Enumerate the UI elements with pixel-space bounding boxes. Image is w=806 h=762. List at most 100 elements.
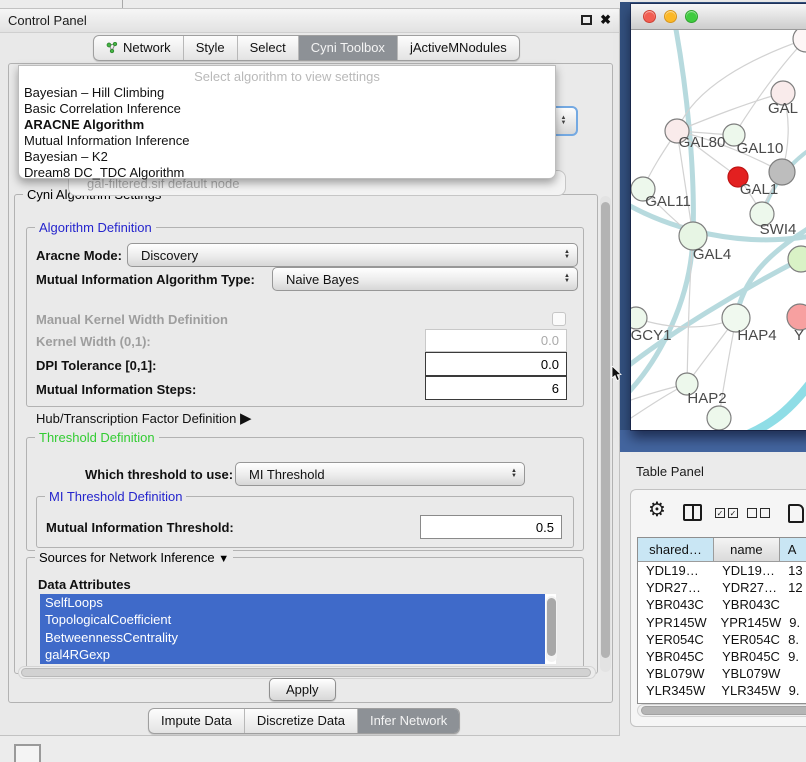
node-swi4[interactable] bbox=[788, 246, 806, 272]
table-row[interactable]: YER054C YER054C 8. bbox=[638, 631, 806, 648]
import-table-icon[interactable] bbox=[788, 504, 804, 523]
tab-network[interactable]: Network bbox=[94, 36, 183, 60]
kernel-width-field[interactable]: 0.0 bbox=[425, 329, 567, 352]
minimize-traffic-light-icon[interactable] bbox=[664, 10, 677, 23]
tab-jactivemnodules-label: jActiveMNodules bbox=[410, 40, 507, 55]
cell[interactable]: YIL052C bbox=[714, 700, 780, 704]
cell[interactable]: YER054C bbox=[638, 631, 714, 648]
zoom-traffic-light-icon[interactable] bbox=[685, 10, 698, 23]
node-gcy1[interactable] bbox=[631, 307, 647, 329]
aracne-mode-combobox[interactable]: Discovery ▲▼ bbox=[127, 243, 578, 267]
cell[interactable]: YPR145W bbox=[638, 614, 713, 631]
table-row[interactable]: YDL19… YDL19… 13 bbox=[638, 562, 806, 579]
column-header-shared-name[interactable]: shared… bbox=[638, 538, 714, 562]
cell[interactable]: 9. bbox=[781, 682, 806, 699]
hub-definition-expander[interactable]: Hub/Transcription Factor Definition ▶ bbox=[36, 409, 252, 427]
column-header-cut[interactable]: A bbox=[780, 538, 806, 562]
cell[interactable]: YLR345W bbox=[713, 682, 780, 699]
columns-icon[interactable] bbox=[683, 504, 702, 521]
attributes-scrollbar-thumb[interactable] bbox=[547, 598, 556, 656]
cell[interactable]: YBR045C bbox=[638, 648, 714, 665]
cell[interactable] bbox=[780, 596, 806, 613]
table-row[interactable]: YLR345W YLR345W 9. bbox=[638, 682, 806, 699]
table-row[interactable]: YPR145W YPR145W 9. bbox=[638, 614, 806, 631]
network-window-titlebar[interactable] bbox=[631, 4, 806, 30]
algorithm-option-selected[interactable]: ARACNE Algorithm bbox=[19, 117, 555, 133]
cell[interactable]: YER054C bbox=[714, 631, 780, 648]
tab-impute-data-label: Impute Data bbox=[161, 713, 232, 728]
cell[interactable]: YDR27… bbox=[638, 579, 714, 596]
table-row[interactable]: YBR045C YBR045C 9. bbox=[638, 648, 806, 665]
combo-stepper-icon: ▲▼ bbox=[557, 268, 577, 290]
cell[interactable]: YBR043C bbox=[638, 596, 714, 613]
node-bottom[interactable] bbox=[707, 406, 731, 430]
algorithm-option[interactable]: Bayesian – K2 bbox=[19, 149, 555, 165]
cell[interactable]: YBL079W bbox=[638, 665, 714, 682]
mi-threshold-field[interactable]: 0.5 bbox=[420, 515, 562, 539]
tab-jactivemnodules[interactable]: jActiveMNodules bbox=[397, 36, 519, 60]
control-panel-window: Control Panel ✖ Network Style bbox=[0, 8, 620, 736]
attribute-item[interactable]: TopologicalCoefficient bbox=[40, 611, 545, 628]
sources-title-text: Sources for Network Inference bbox=[39, 550, 215, 565]
attributes-scrollbar[interactable] bbox=[546, 596, 557, 662]
deselect-all-columns-icon[interactable] bbox=[747, 508, 770, 518]
dpi-tolerance-field[interactable]: 0.0 bbox=[425, 352, 567, 376]
cell[interactable]: YBR043C bbox=[714, 596, 780, 613]
floating-palette-icon[interactable] bbox=[14, 744, 41, 762]
tab-style[interactable]: Style bbox=[183, 36, 237, 60]
cell[interactable]: YIL052C bbox=[638, 700, 714, 704]
table-hscrollbar[interactable] bbox=[637, 704, 806, 717]
column-header-name[interactable]: name bbox=[714, 538, 780, 562]
table-row[interactable]: YBR043C YBR043C bbox=[638, 596, 806, 613]
which-threshold-combobox[interactable]: MI Threshold ▲▼ bbox=[235, 462, 525, 486]
tab-select[interactable]: Select bbox=[237, 36, 298, 60]
attribute-item[interactable]: BetweennessCentrality bbox=[40, 629, 545, 646]
cell[interactable]: 13 bbox=[780, 562, 806, 579]
mi-steps-value: 6 bbox=[552, 381, 559, 396]
table-row[interactable]: YBL079W YBL079W bbox=[638, 665, 806, 682]
select-all-columns-icon[interactable]: ✓ ✓ bbox=[715, 508, 738, 518]
settings-hscrollbar-thumb[interactable] bbox=[21, 668, 591, 677]
cell[interactable]: YLR345W bbox=[638, 682, 713, 699]
algorithm-option[interactable]: Basic Correlation Inference bbox=[19, 101, 555, 117]
node-cut-top[interactable] bbox=[793, 30, 806, 52]
apply-button[interactable]: Apply bbox=[269, 678, 336, 701]
cell[interactable]: 9. bbox=[780, 700, 806, 704]
mi-type-combobox[interactable]: Naive Bayes ▲▼ bbox=[272, 267, 578, 291]
settings-scrollbar-thumb[interactable] bbox=[601, 202, 610, 658]
close-icon[interactable]: ✖ bbox=[600, 13, 611, 26]
algorithm-option[interactable]: Mutual Information Inference bbox=[19, 133, 555, 149]
gear-icon[interactable]: ⚙ bbox=[648, 497, 666, 522]
tab-infer-network[interactable]: Infer Network bbox=[357, 709, 459, 733]
tab-discretize-data[interactable]: Discretize Data bbox=[244, 709, 357, 733]
collapse-arrow-icon[interactable]: ▼ bbox=[218, 553, 229, 565]
mouse-cursor bbox=[611, 366, 623, 382]
cell[interactable]: 12 bbox=[780, 579, 806, 596]
manual-kernel-checkbox[interactable] bbox=[552, 312, 566, 326]
close-traffic-light-icon[interactable] bbox=[643, 10, 656, 23]
cell[interactable]: YBR045C bbox=[714, 648, 780, 665]
mi-steps-field[interactable]: 6 bbox=[425, 376, 567, 400]
table-panel-title: Table Panel bbox=[636, 464, 704, 479]
cell[interactable]: 8. bbox=[780, 631, 806, 648]
cell[interactable] bbox=[780, 665, 806, 682]
cell[interactable]: YDL19… bbox=[714, 562, 780, 579]
table-row[interactable]: YDR27… YDR27… 12 bbox=[638, 579, 806, 596]
cell[interactable]: YDR27… bbox=[714, 579, 780, 596]
cell[interactable]: YPR145W bbox=[713, 614, 782, 631]
cell[interactable]: YBL079W bbox=[714, 665, 781, 682]
cell[interactable]: YDL19… bbox=[638, 562, 714, 579]
table-hscrollbar-thumb[interactable] bbox=[641, 706, 806, 715]
table-row[interactable]: YIL052C YIL052C 9. bbox=[638, 700, 806, 704]
cell[interactable]: 9. bbox=[780, 648, 806, 665]
tab-impute-data[interactable]: Impute Data bbox=[149, 709, 244, 733]
attribute-item[interactable]: SelfLoops bbox=[40, 594, 545, 611]
algorithm-option[interactable]: Bayesian – Hill Climbing bbox=[19, 85, 555, 101]
attribute-item[interactable]: gal4RGexp bbox=[40, 646, 545, 663]
algorithm-option[interactable]: Dream8 DC_TDC Algorithm bbox=[19, 165, 555, 181]
cell[interactable]: 9. bbox=[781, 614, 806, 631]
float-window-icon[interactable] bbox=[581, 15, 592, 25]
network-canvas[interactable]: GAL GAL80 GAL10 GAL1 GAL11 SWI4 GAL4 GCY… bbox=[631, 30, 806, 430]
tab-cyni-toolbox[interactable]: Cyni Toolbox bbox=[298, 36, 397, 60]
settings-scrollbar[interactable] bbox=[600, 196, 611, 672]
